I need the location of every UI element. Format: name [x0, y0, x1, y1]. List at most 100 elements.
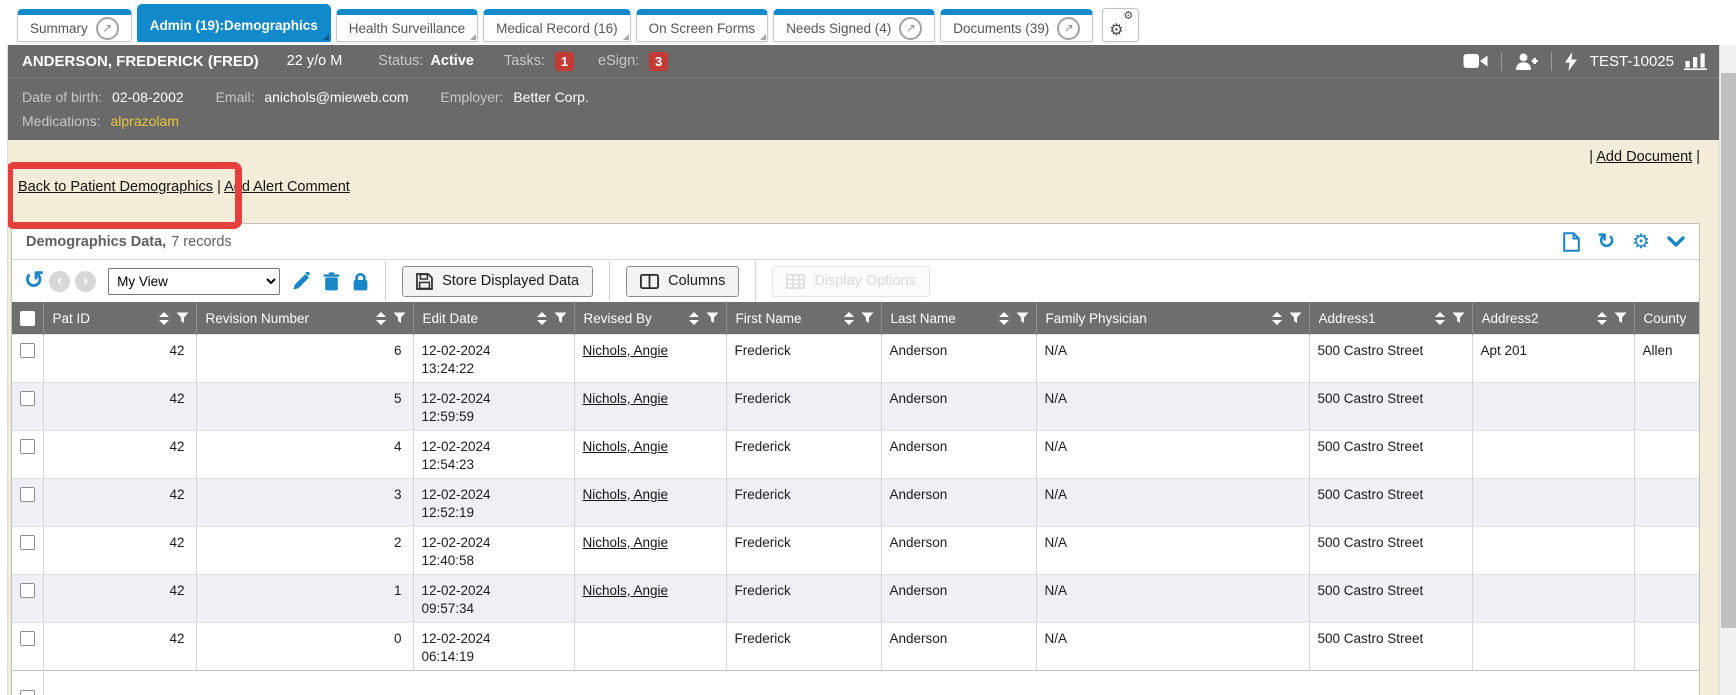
column-header-family_physician[interactable]: Family Physician	[1036, 302, 1309, 335]
add-document-link[interactable]: Add Document	[1596, 149, 1692, 165]
bar-chart-icon[interactable]	[1684, 52, 1707, 70]
cell-edit_date: 12-02-2024 09:57:34	[413, 575, 574, 623]
filter-funnel-icon[interactable]	[1289, 312, 1302, 324]
dob-label: Date of birth:	[22, 89, 102, 105]
demographics-table: Pat IDRevision NumberEdit DateRevised By…	[12, 302, 1699, 695]
sort-icon[interactable]	[1435, 312, 1445, 325]
lightning-icon[interactable]	[1565, 52, 1577, 71]
sort-icon[interactable]	[159, 312, 169, 325]
tab-documents-39[interactable]: Documents (39)↗	[940, 9, 1093, 42]
sort-icon[interactable]	[1272, 312, 1282, 325]
tab-summary[interactable]: Summary↗	[17, 9, 132, 42]
sort-icon[interactable]	[537, 312, 547, 325]
view-select[interactable]: My View	[108, 268, 280, 295]
tab-admin-19-demographics[interactable]: Admin (19):Demographics	[137, 4, 331, 42]
filter-funnel-icon[interactable]	[176, 312, 189, 324]
video-camera-icon[interactable]	[1463, 53, 1488, 69]
sort-icon[interactable]	[999, 312, 1009, 325]
table-header-row: Pat IDRevision NumberEdit DateRevised By…	[12, 302, 1699, 335]
sort-icon[interactable]	[376, 312, 386, 325]
toolbar-divider	[755, 261, 756, 301]
table-row: 42312-02-2024 12:52:19Nichols, AngieFred…	[12, 479, 1699, 527]
column-header-address2[interactable]: Address2	[1472, 302, 1634, 335]
revised-by-link[interactable]: Nichols, Angie	[583, 487, 669, 502]
new-document-icon[interactable]	[1563, 232, 1580, 252]
open-in-new-icon[interactable]: ↗	[96, 17, 119, 40]
add-person-icon[interactable]	[1515, 53, 1538, 70]
filter-funnel-icon[interactable]	[706, 312, 719, 324]
store-button-label: Store Displayed Data	[442, 273, 579, 289]
store-displayed-data-button[interactable]: Store Displayed Data	[402, 266, 593, 297]
tasks-badge[interactable]: 1	[555, 52, 574, 71]
tab-on-screen-forms[interactable]: On Screen Forms	[636, 9, 769, 42]
previous-view-button[interactable]: ‹	[49, 271, 70, 292]
refresh-icon[interactable]: ↻	[1597, 231, 1615, 252]
row-checkbox[interactable]	[20, 631, 35, 646]
column-header-last_name[interactable]: Last Name	[881, 302, 1036, 335]
open-in-new-icon[interactable]: ↗	[899, 17, 922, 40]
scrollbar-thumb[interactable]	[1721, 73, 1736, 628]
row-checkbox[interactable]	[20, 535, 35, 550]
row-checkbox[interactable]	[20, 439, 35, 454]
cell-family_physician: N/A	[1036, 431, 1309, 479]
filter-funnel-icon[interactable]	[1614, 312, 1627, 324]
column-header-revision[interactable]: Revision Number	[196, 302, 413, 335]
cell-address2	[1472, 623, 1634, 671]
row-checkbox[interactable]	[20, 583, 35, 598]
edit-pencil-icon[interactable]	[292, 272, 311, 291]
row-checkbox[interactable]	[20, 391, 35, 406]
medications-value[interactable]: alprazolam	[110, 113, 178, 129]
row-checkbox[interactable]	[20, 487, 35, 502]
filter-funnel-icon[interactable]	[1452, 312, 1465, 324]
cell-first_name: Frederick	[726, 479, 881, 527]
cell-address1: 500 Castro Street	[1309, 431, 1472, 479]
revised-by-link[interactable]: Nichols, Angie	[583, 583, 669, 598]
tab-needs-signed-4[interactable]: Needs Signed (4)↗	[773, 9, 935, 42]
column-header-edit_date[interactable]: Edit Date	[413, 302, 574, 335]
column-header-first_name[interactable]: First Name	[726, 302, 881, 335]
filter-funnel-icon[interactable]	[861, 312, 874, 324]
column-header-pat_id[interactable]: Pat ID	[43, 302, 196, 335]
cell-family_physician: N/A	[1036, 527, 1309, 575]
cell-last_name: Anderson	[881, 623, 1036, 671]
cell-revised_by: Nichols, Angie	[574, 431, 726, 479]
cell-address2: Apt 201	[1472, 335, 1634, 383]
revised-by-link[interactable]: Nichols, Angie	[583, 439, 669, 454]
column-header-county[interactable]: County	[1634, 302, 1699, 335]
next-view-button[interactable]: ›	[75, 271, 96, 292]
filter-funnel-icon[interactable]	[1016, 312, 1029, 324]
back-to-patient-demographics-link[interactable]: Back to Patient Demographics	[18, 179, 213, 195]
collapse-chevron-icon[interactable]	[1667, 236, 1685, 247]
column-label: Last Name	[891, 311, 956, 326]
sort-icon[interactable]	[689, 312, 699, 325]
tab-health-surveillance[interactable]: Health Surveillance	[336, 9, 478, 42]
tab-medical-record-16[interactable]: Medical Record (16)	[483, 9, 631, 42]
revised-by-link[interactable]: Nichols, Angie	[583, 343, 669, 358]
vertical-scrollbar[interactable]	[1719, 45, 1736, 695]
cell-revised_by: Nichols, Angie	[574, 527, 726, 575]
lock-icon[interactable]	[352, 272, 369, 291]
select-all-checkbox[interactable]	[20, 311, 35, 326]
filter-funnel-icon[interactable]	[554, 312, 567, 324]
cell-select	[12, 623, 43, 671]
column-header-revised_by[interactable]: Revised By	[574, 302, 726, 335]
sort-icon[interactable]	[844, 312, 854, 325]
add-alert-comment-link[interactable]: Add Alert Comment	[224, 179, 350, 195]
open-in-new-icon[interactable]: ↗	[1057, 17, 1080, 40]
sort-icon[interactable]	[1597, 312, 1607, 325]
undo-icon[interactable]: ↺	[24, 269, 44, 293]
cell-address2	[1472, 575, 1634, 623]
columns-button[interactable]: Columns	[626, 266, 739, 297]
panel-settings-gear-icon[interactable]: ⚙	[1632, 232, 1650, 252]
revised-by-link[interactable]: Nichols, Angie	[583, 535, 669, 550]
row-checkbox[interactable]	[20, 343, 35, 358]
delete-trash-icon[interactable]	[323, 272, 340, 291]
column-header-address1[interactable]: Address1	[1309, 302, 1472, 335]
esign-badge[interactable]: 3	[649, 52, 668, 71]
tab-settings-button[interactable]: ⚙ ⚙	[1102, 8, 1139, 42]
filter-funnel-icon[interactable]	[393, 312, 406, 324]
cell-county	[1634, 527, 1699, 575]
column-label: Address1	[1319, 311, 1376, 326]
row-checkbox[interactable]	[20, 690, 35, 695]
revised-by-link[interactable]: Nichols, Angie	[583, 391, 669, 406]
